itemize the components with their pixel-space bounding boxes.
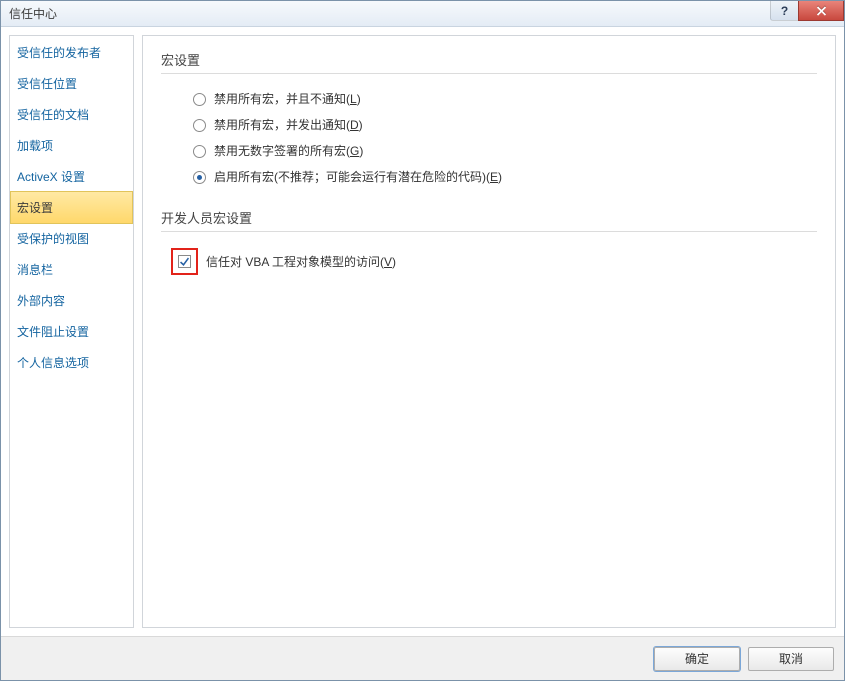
sidebar-item-6[interactable]: 受保护的视图 (11, 223, 132, 254)
sidebar-item-label: 个人信息选项 (17, 356, 89, 370)
sidebar-item-label: 文件阻止设置 (17, 325, 89, 339)
sidebar-item-label: 外部内容 (17, 294, 65, 308)
macro-radio-label: 禁用所有宏，并且不通知(L) (214, 90, 361, 108)
sidebar-item-label: ActiveX 设置 (17, 170, 85, 184)
main-panel: 宏设置 禁用所有宏，并且不通知(L) 禁用所有宏，并发出通知(D) 禁用无数字签署的… (142, 35, 836, 628)
highlight-box (171, 248, 198, 275)
macro-radio-2[interactable] (193, 145, 206, 158)
macro-radio-row-2: 禁用无数字签署的所有宏(G) (193, 138, 817, 164)
vba-trust-checkbox[interactable] (178, 255, 191, 268)
sidebar-item-label: 宏设置 (17, 201, 53, 215)
macro-radio-label: 启用所有宏(不推荐；可能会运行有潜在危险的代码)(E) (214, 168, 502, 186)
macro-radio-label: 禁用无数字签署的所有宏(G) (214, 142, 363, 160)
ok-button[interactable]: 确定 (654, 647, 740, 671)
macro-settings-header: 宏设置 (161, 50, 817, 74)
macro-radio-group: 禁用所有宏，并且不通知(L) 禁用所有宏，并发出通知(D) 禁用无数字签署的所有宏(… (161, 86, 817, 190)
macro-radio-label: 禁用所有宏，并发出通知(D) (214, 116, 363, 134)
sidebar-item-label: 受信任的发布者 (17, 46, 101, 60)
titlebar-controls: ? (770, 1, 844, 21)
sidebar-item-8[interactable]: 外部内容 (11, 285, 132, 316)
dialog-footer: 确定 取消 (1, 636, 844, 680)
close-button[interactable] (798, 1, 844, 21)
titlebar: 信任中心 ? (1, 1, 844, 27)
close-icon (816, 6, 827, 16)
trust-center-dialog: 信任中心 ? 受信任的发布者受信任位置受信任的文档加载项ActiveX 设置宏设… (0, 0, 845, 681)
sidebar-item-0[interactable]: 受信任的发布者 (11, 37, 132, 68)
sidebar-item-10[interactable]: 个人信息选项 (11, 347, 132, 378)
sidebar-item-5[interactable]: 宏设置 (10, 191, 133, 224)
sidebar-item-3[interactable]: 加载项 (11, 130, 132, 161)
macro-radio-0[interactable] (193, 93, 206, 106)
dev-macro-settings-header: 开发人员宏设置 (161, 208, 817, 232)
window-title: 信任中心 (9, 5, 57, 22)
macro-radio-1[interactable] (193, 119, 206, 132)
sidebar-item-4[interactable]: ActiveX 设置 (11, 161, 132, 192)
macro-radio-row-3: 启用所有宏(不推荐；可能会运行有潜在危险的代码)(E) (193, 164, 817, 190)
sidebar-item-7[interactable]: 消息栏 (11, 254, 132, 285)
sidebar-item-label: 加载项 (17, 139, 53, 153)
sidebar-item-label: 受信任的文档 (17, 108, 89, 122)
sidebar: 受信任的发布者受信任位置受信任的文档加载项 ActiveX 设置宏设置受保护的视图… (9, 35, 134, 628)
vba-trust-label: 信任对 VBA 工程对象模型的访问(V) (206, 253, 396, 270)
sidebar-item-label: 受保护的视图 (17, 232, 89, 246)
sidebar-item-9[interactable]: 文件阻止设置 (11, 316, 132, 347)
macro-radio-row-1: 禁用所有宏，并发出通知(D) (193, 112, 817, 138)
sidebar-item-2[interactable]: 受信任的文档 (11, 99, 132, 130)
cancel-button[interactable]: 取消 (748, 647, 834, 671)
macro-radio-row-0: 禁用所有宏，并且不通知(L) (193, 86, 817, 112)
content-area: 受信任的发布者受信任位置受信任的文档加载项ActiveX 设置宏设置受保护的视图… (1, 27, 844, 636)
help-icon: ? (781, 4, 788, 18)
help-button[interactable]: ? (770, 1, 798, 21)
vba-trust-row: 信任对 VBA 工程对象模型的访问(V) (171, 244, 817, 279)
macro-radio-3[interactable] (193, 171, 206, 184)
sidebar-item-1[interactable]: 受信任位置 (11, 68, 132, 99)
sidebar-item-label: 消息栏 (17, 263, 53, 277)
sidebar-item-label: 受信任位置 (17, 77, 77, 91)
